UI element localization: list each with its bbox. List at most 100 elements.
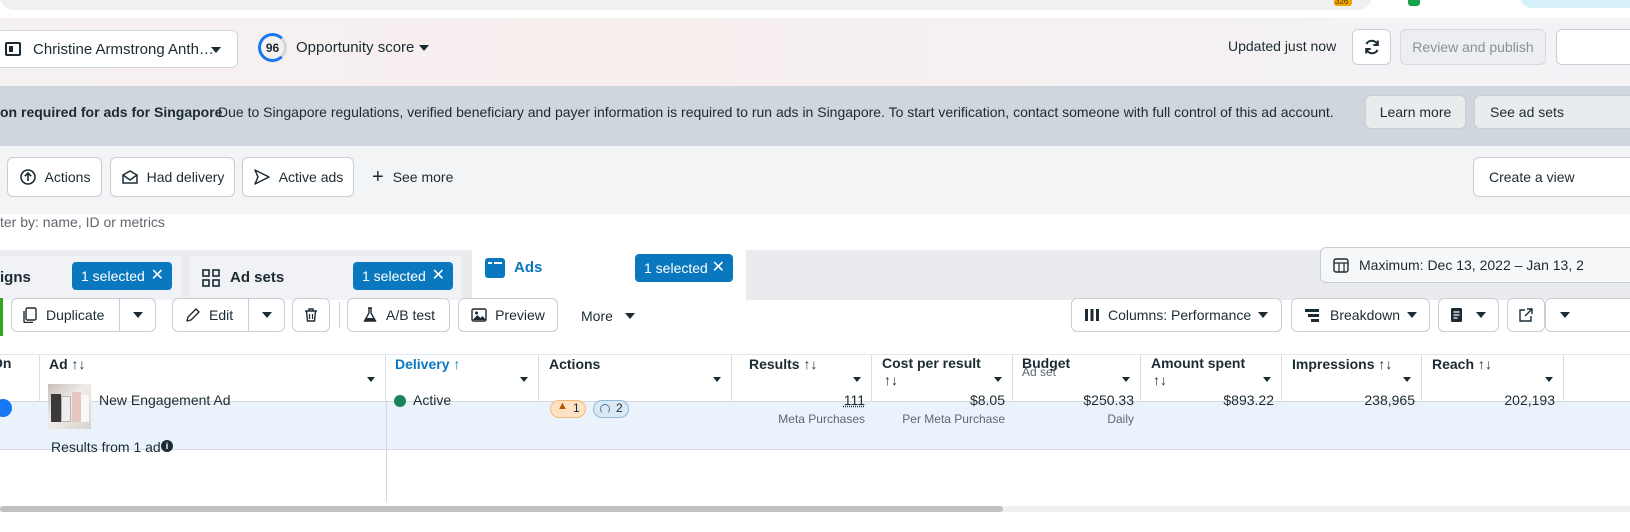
- column-header-delivery[interactable]: Delivery ↑: [386, 355, 539, 403]
- column-header-actions[interactable]: Actions: [539, 355, 732, 403]
- review-publish-button[interactable]: Review and publish: [1400, 29, 1546, 65]
- chevron-down-icon[interactable]: [1122, 377, 1130, 382]
- date-range-picker[interactable]: Maximum: Dec 13, 2022 – Jan 13, 2: [1320, 247, 1630, 283]
- campaigns-selected-label: 1 selected: [81, 268, 145, 284]
- search-filter-input[interactable]: ter by: name, ID or metrics: [0, 214, 1630, 250]
- info-icon[interactable]: i: [161, 440, 173, 452]
- date-range-label: Maximum: Dec 13, 2022 – Jan 13, 2: [1359, 257, 1584, 273]
- learn-more-button[interactable]: Learn more: [1365, 95, 1466, 129]
- table-row[interactable]: New Engagement Ad Active ▲ 1 2 111 Meta …: [0, 384, 1630, 450]
- chevron-down-icon[interactable]: [520, 377, 528, 382]
- more-button[interactable]: More: [581, 306, 635, 326]
- filter-row: Actions Had delivery Active ads + See mo…: [0, 154, 1630, 214]
- chevron-down-icon[interactable]: [262, 312, 272, 318]
- review-publish-label: Review and publish: [1412, 39, 1534, 55]
- recommendation-badge[interactable]: 2: [593, 400, 629, 418]
- column-header-onoff[interactable]: On: [0, 355, 40, 403]
- breakdown-button[interactable]: Breakdown: [1291, 298, 1430, 332]
- warning-badge[interactable]: ▲ 1: [550, 400, 586, 418]
- upload-circle-icon: [19, 169, 36, 185]
- reports-button[interactable]: [1438, 298, 1499, 332]
- ad-name-link[interactable]: New Engagement Ad: [99, 392, 231, 408]
- tab-ads[interactable]: Ads 1 selected ✕: [472, 246, 746, 300]
- duplicate-button[interactable]: Duplicate: [11, 298, 156, 332]
- plus-icon: +: [372, 166, 384, 188]
- preview-button[interactable]: Preview: [458, 298, 558, 332]
- chevron-down-icon[interactable]: [1545, 377, 1553, 382]
- extension-icon[interactable]: 326: [1334, 0, 1352, 6]
- toggle-switch[interactable]: [0, 399, 12, 417]
- actions-filter-label: Actions: [44, 169, 91, 185]
- ads-selected-chip[interactable]: 1 selected ✕: [635, 254, 733, 282]
- cost-sub: Per Meta Purchase: [902, 412, 1005, 426]
- chevron-down-icon[interactable]: [994, 377, 1002, 382]
- breakdown-icon: [1305, 309, 1319, 322]
- trash-icon: [305, 308, 317, 322]
- delete-button[interactable]: [292, 298, 330, 332]
- see-more-label: See more: [392, 169, 454, 185]
- tab-ad-sets[interactable]: Ad sets 1 selected ✕: [190, 256, 462, 300]
- column-results-label: Results ↑↓: [749, 356, 818, 372]
- see-more-button[interactable]: + See more: [372, 166, 453, 188]
- close-icon[interactable]: ✕: [712, 257, 725, 277]
- toolbar-divider: [339, 302, 340, 328]
- extension-badge: 326: [1335, 0, 1349, 6]
- tab-campaigns-label: igns: [0, 269, 31, 286]
- tab-ad-sets-label: Ad sets: [230, 269, 285, 286]
- actions-filter-button[interactable]: Actions: [7, 157, 102, 197]
- score-ring: 96: [258, 33, 287, 62]
- extension-icon-green[interactable]: [1408, 0, 1420, 6]
- envelope-icon: [121, 170, 138, 184]
- had-delivery-filter-button[interactable]: Had delivery: [110, 157, 235, 197]
- opportunity-score[interactable]: 96 Opportunity score: [258, 33, 438, 63]
- budget-value[interactable]: $250.33: [1083, 392, 1134, 408]
- chevron-down-icon[interactable]: [713, 377, 721, 382]
- account-name: Christine Armstrong Anth…: [33, 41, 214, 58]
- chevron-down-icon[interactable]: [367, 377, 375, 382]
- amount-spent-value: $893.22: [1223, 392, 1274, 408]
- close-icon[interactable]: ✕: [432, 265, 445, 285]
- ab-test-button[interactable]: A/B test: [347, 298, 450, 332]
- campaigns-selected-chip[interactable]: 1 selected ✕: [72, 262, 172, 290]
- tab-campaigns[interactable]: igns 1 selected ✕: [0, 256, 182, 300]
- active-ads-filter-button[interactable]: Active ads: [242, 157, 354, 197]
- pencil-icon: [186, 308, 200, 322]
- reach-value: 202,193: [1504, 392, 1555, 408]
- ad-sets-selected-chip[interactable]: 1 selected ✕: [353, 262, 453, 290]
- tab-ads-label: Ads: [514, 259, 543, 276]
- duplicate-label: Duplicate: [46, 307, 105, 323]
- active-status-dot: [394, 395, 406, 407]
- chevron-down-icon: [1258, 312, 1268, 318]
- see-ad-sets-button[interactable]: See ad sets: [1474, 95, 1630, 129]
- chevron-down-icon[interactable]: [1403, 377, 1411, 382]
- sort-icon: ↑↓: [1153, 372, 1167, 388]
- grid-icon: [202, 269, 220, 287]
- export-button[interactable]: [1507, 298, 1545, 332]
- updated-status: Updated just now: [1228, 38, 1337, 54]
- refresh-button[interactable]: [1352, 29, 1391, 65]
- had-delivery-label: Had delivery: [146, 169, 225, 185]
- address-bar[interactable]: [0, 0, 1372, 10]
- search-placeholder: ter by: name, ID or metrics: [0, 214, 165, 230]
- chevron-down-icon[interactable]: [133, 312, 143, 318]
- chevron-down-icon[interactable]: [1263, 377, 1271, 382]
- image-icon: [471, 308, 487, 322]
- flask-icon: [363, 307, 377, 322]
- column-cost-label: Cost per result: [882, 355, 981, 371]
- profile-pill[interactable]: [1520, 0, 1630, 8]
- results-sub: Meta Purchases: [778, 412, 865, 426]
- export-more-button[interactable]: [1545, 298, 1630, 332]
- header-extra-button[interactable]: [1556, 29, 1630, 65]
- close-icon[interactable]: ✕: [151, 265, 164, 285]
- columns-button[interactable]: Columns: Performance: [1071, 298, 1282, 332]
- results-value[interactable]: 111: [844, 392, 865, 408]
- learn-more-label: Learn more: [1379, 104, 1452, 120]
- create-view-button[interactable]: Create a view: [1473, 157, 1630, 197]
- chevron-down-icon[interactable]: [853, 377, 861, 382]
- account-selector[interactable]: Christine Armstrong Anth…: [0, 30, 238, 68]
- report-icon: [1451, 308, 1462, 322]
- column-reach-label: Reach ↑↓: [1432, 356, 1492, 372]
- edit-button[interactable]: Edit: [172, 298, 285, 332]
- create-button-edge[interactable]: [0, 298, 3, 336]
- account-icon: [5, 42, 21, 56]
